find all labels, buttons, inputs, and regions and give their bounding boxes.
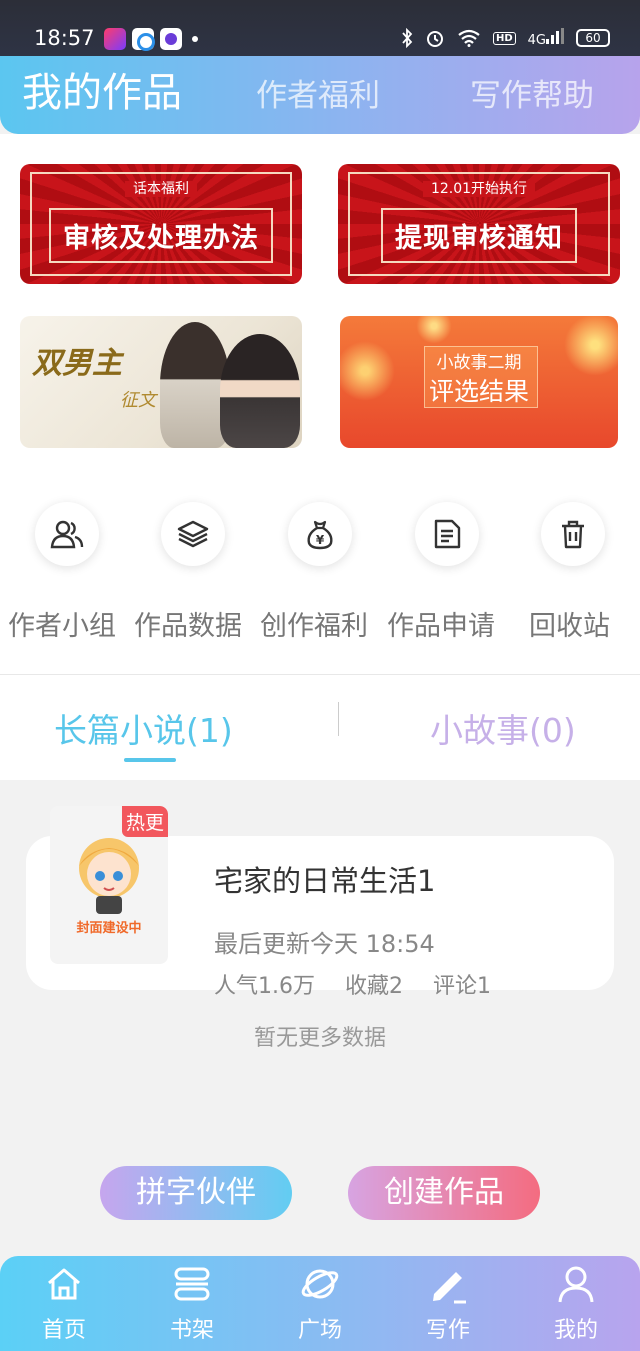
bookshelf-icon [174, 1267, 210, 1301]
nav-home-label: 首页 [41, 1318, 86, 1343]
messenger-app-icon [160, 28, 182, 50]
pen-icon [433, 1272, 466, 1304]
works-application-label[interactable]: 作品申请 [387, 604, 495, 643]
home-icon [48, 1268, 80, 1300]
banner-review-policy[interactable]: 话本福利 审核及处理办法 [20, 164, 302, 284]
more-notifications-icon [192, 36, 198, 42]
layers-icon [177, 520, 209, 548]
money-bag-icon: ¥ [307, 520, 333, 550]
banner-kicker-text: 12.01开始执行 [422, 181, 536, 197]
hd-badge: HD [492, 31, 516, 45]
banner-headline: 提现审核通知 [338, 208, 620, 263]
planet-icon [301, 1269, 339, 1299]
tab-short-story[interactable]: 小故事(0) [430, 704, 576, 752]
banner-kicker: 12.01开始执行 [338, 178, 620, 198]
tab-separator [338, 702, 339, 736]
nav-plaza-label: 广场 [297, 1318, 342, 1343]
banner-kicker-text: 话本福利 [125, 181, 197, 197]
popularity-count: 人气1.6万 [214, 974, 315, 999]
trash-icon [562, 520, 584, 549]
works-panel: 话本福利 审核及处理办法 12.01开始执行 提现审核通知 双男主 征文 小故事… [0, 134, 640, 780]
banner-withdraw-notice[interactable]: 12.01开始执行 提现审核通知 [338, 164, 620, 284]
nav-plaza[interactable]: 广场 [256, 1256, 384, 1351]
writing-partner-button[interactable]: 拼字伙伴 [100, 1166, 292, 1220]
alarm-icon [426, 31, 443, 47]
nav-bookshelf[interactable]: 书架 [128, 1256, 256, 1351]
nav-home[interactable]: 首页 [0, 1256, 128, 1351]
top-tab-bar: 我的作品 作者福利 写作帮助 [0, 56, 640, 134]
banner-headline: 审核及处理办法 [20, 208, 302, 263]
firework-decoration [414, 316, 454, 346]
nav-write-label: 写作 [425, 1318, 470, 1343]
banner-headline-text: 审核及处理办法 [49, 208, 273, 263]
works-data-button[interactable] [161, 502, 225, 566]
nav-mine[interactable]: 我的 [512, 1256, 640, 1351]
recycle-bin-label[interactable]: 回收站 [529, 604, 610, 643]
banner-headline-text: 提现审核通知 [381, 208, 577, 263]
tab-long-novel[interactable]: 长篇小说(1) [54, 704, 233, 752]
no-more-data-text: 暂无更多数据 [253, 1026, 386, 1051]
svg-text:¥: ¥ [316, 533, 325, 547]
tab-author-welfare[interactable]: 作者福利 [256, 70, 380, 115]
banner-kicker: 话本福利 [20, 178, 302, 198]
nav-mine-label: 我的 [553, 1318, 598, 1343]
tab-my-works[interactable]: 我的作品 [22, 60, 182, 118]
nav-bookshelf-label: 书架 [169, 1318, 214, 1343]
works-data-label[interactable]: 作品数据 [134, 604, 242, 643]
battery-icon: 60 [576, 29, 610, 47]
signal-bars-icon [546, 28, 564, 44]
user-icon [558, 1266, 594, 1303]
character-illustration [220, 334, 300, 448]
work-last-updated: 最后更新今天 18:54 [214, 930, 435, 958]
status-bar: 18:57 HD 4G 60 [0, 0, 640, 62]
creation-welfare-button[interactable]: ¥ [288, 502, 352, 566]
works-application-button[interactable] [415, 502, 479, 566]
work-cover[interactable]: 热更 封面建设中 [50, 806, 168, 964]
active-tab-indicator [124, 758, 176, 762]
cover-placeholder-text: 封面建设中 [76, 921, 142, 936]
status-time: 18:57 [34, 26, 95, 50]
work-stats: 人气1.6万 收藏2 评论1 [214, 968, 491, 1000]
work-title[interactable]: 宅家的日常生活1 [214, 858, 435, 900]
document-icon [434, 519, 461, 549]
banner-script-subtitle: 征文 [120, 390, 156, 411]
signal-indicator: 4G [528, 28, 564, 48]
system-status: HD 4G 60 [401, 28, 610, 48]
author-group-label[interactable]: 作者小组 [8, 604, 116, 643]
banner-story-subtitle: 小故事二期 [436, 353, 522, 373]
author-group-button[interactable] [35, 502, 99, 566]
tab-writing-help[interactable]: 写作帮助 [470, 70, 594, 115]
bottom-navigation: 首页 书架 广场 写作 我的 [0, 1256, 640, 1351]
nav-write[interactable]: 写作 [384, 1256, 512, 1351]
section-divider [0, 674, 640, 675]
banner-script-title: 双男主 [32, 346, 122, 381]
browser-app-icon [132, 28, 155, 51]
video-app-icon [104, 28, 126, 50]
signal-label: 4G [527, 33, 546, 48]
banner-bl-contest[interactable]: 双男主 征文 [20, 316, 302, 448]
creation-welfare-label[interactable]: 创作福利 [260, 604, 368, 643]
wifi-icon [458, 29, 480, 47]
banner-story-title: 评选结果 [428, 377, 529, 406]
create-work-button[interactable]: 创建作品 [348, 1166, 540, 1220]
notification-icons [104, 28, 198, 51]
hot-update-badge: 热更 [121, 806, 168, 837]
comments-count: 评论1 [433, 974, 491, 999]
bluetooth-icon [402, 28, 413, 48]
banner-story-results[interactable]: 小故事二期 评选结果 [340, 316, 618, 448]
group-icon [50, 520, 84, 549]
recycle-bin-button[interactable] [541, 502, 605, 566]
favorites-count: 收藏2 [345, 974, 403, 999]
